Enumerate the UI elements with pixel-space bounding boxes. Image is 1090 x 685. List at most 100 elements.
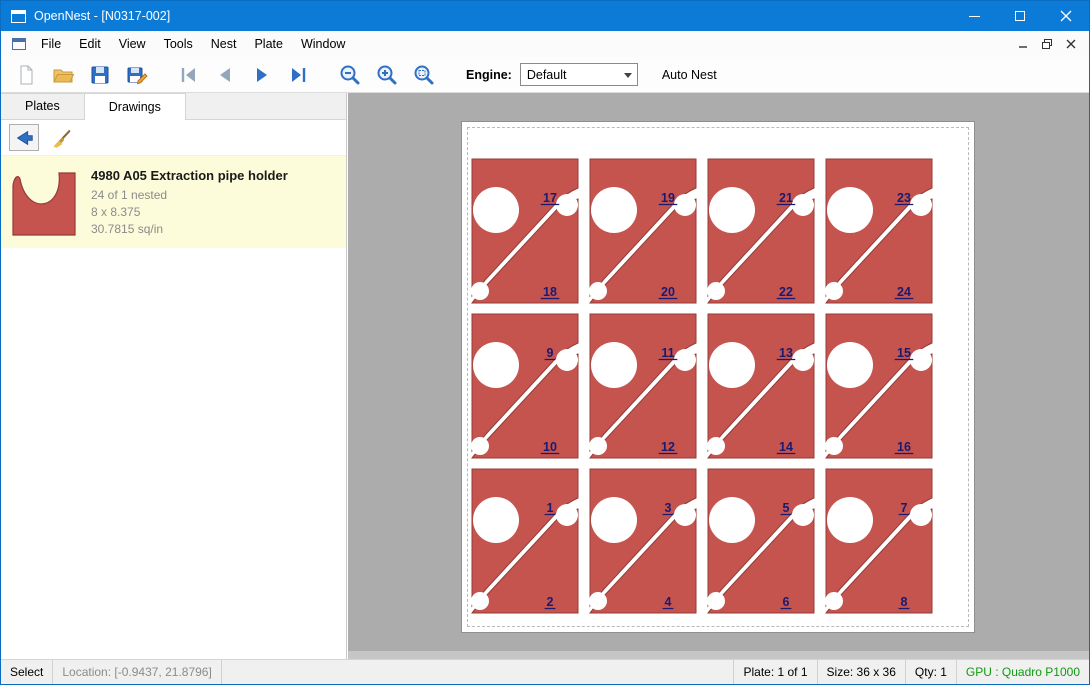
tab-plates[interactable]: Plates — [1, 93, 85, 119]
previous-plate-button[interactable] — [206, 60, 243, 90]
nested-part-pair[interactable]: 5 6 — [702, 465, 820, 617]
qty-status: Qty: 1 — [905, 660, 956, 684]
svg-text:12: 12 — [661, 440, 675, 454]
svg-text:19: 19 — [661, 191, 675, 205]
sidebar: Plates Drawings — [1, 93, 347, 659]
nested-part-pair[interactable]: 13 14 — [702, 310, 820, 462]
svg-text:14: 14 — [779, 440, 793, 454]
statusbar-spacer — [222, 660, 734, 684]
minimize-button[interactable] — [951, 1, 997, 31]
mdi-restore-button[interactable] — [1035, 34, 1059, 54]
window-title: OpenNest - [N0317-002] — [34, 9, 170, 23]
gpu-status: GPU : Quadro P1000 — [956, 660, 1089, 684]
drawing-area: 30.7815 sq/in — [91, 221, 288, 238]
menu-plate[interactable]: Plate — [245, 32, 292, 56]
svg-text:22: 22 — [779, 285, 793, 299]
svg-text:2: 2 — [547, 595, 554, 609]
zoom-in-button[interactable] — [368, 60, 405, 90]
list-item-drawing[interactable]: 4980 A05 Extraction pipe holder 24 of 1 … — [1, 156, 346, 248]
drawing-nested-count: 24 of 1 nested — [91, 187, 288, 204]
nested-part-pair[interactable]: 3 4 — [584, 465, 702, 617]
open-folder-icon — [51, 63, 75, 87]
menu-file[interactable]: File — [32, 32, 70, 56]
svg-text:10: 10 — [543, 440, 557, 454]
save-button[interactable] — [81, 60, 118, 90]
svg-text:4: 4 — [665, 595, 672, 609]
drawing-title: 4980 A05 Extraction pipe holder — [91, 168, 288, 183]
svg-text:3: 3 — [665, 501, 672, 515]
nested-part-pair[interactable]: 9 10 — [466, 310, 584, 462]
send-to-nest-button[interactable] — [9, 124, 39, 151]
part-thumbnail — [9, 166, 79, 238]
maximize-icon — [1015, 11, 1025, 21]
previous-plate-icon — [213, 63, 237, 87]
zoom-in-icon — [375, 63, 399, 87]
title-bar: OpenNest - [N0317-002] — [1, 1, 1089, 31]
sidebar-toolbar — [1, 120, 346, 156]
svg-text:8: 8 — [901, 595, 908, 609]
broom-icon — [51, 127, 73, 149]
mdi-close-button[interactable] — [1059, 34, 1083, 54]
drawing-size: 8 x 8.375 — [91, 204, 288, 221]
next-plate-button[interactable] — [243, 60, 280, 90]
minimize-icon — [969, 16, 980, 17]
svg-text:7: 7 — [901, 501, 908, 515]
svg-text:20: 20 — [661, 285, 675, 299]
svg-text:24: 24 — [897, 285, 911, 299]
tab-drawings[interactable]: Drawings — [84, 93, 186, 120]
maximize-button[interactable] — [997, 1, 1043, 31]
last-plate-button[interactable] — [280, 60, 317, 90]
nest-canvas[interactable]: 17 18 19 20 21 22 — [348, 93, 1089, 659]
clear-button[interactable] — [47, 124, 77, 151]
nested-part-pair[interactable]: 19 20 — [584, 155, 702, 307]
nested-part-pair[interactable]: 23 24 — [820, 155, 938, 307]
svg-text:17: 17 — [543, 191, 557, 205]
menu-bar: File Edit View Tools Nest Plate Window — [1, 31, 1089, 57]
close-button[interactable] — [1043, 1, 1089, 31]
open-button[interactable] — [44, 60, 81, 90]
zoom-extents-button[interactable] — [405, 60, 442, 90]
zoom-extents-icon — [412, 63, 436, 87]
save-edit-icon — [125, 63, 149, 87]
menu-tools[interactable]: Tools — [155, 32, 202, 56]
svg-text:13: 13 — [779, 346, 793, 360]
nested-part-pair[interactable]: 15 16 — [820, 310, 938, 462]
chevron-down-icon — [624, 73, 632, 78]
svg-text:1: 1 — [547, 501, 554, 515]
document-icon — [12, 38, 26, 50]
mdi-minimize-icon — [1017, 38, 1029, 50]
mdi-close-icon — [1065, 38, 1077, 50]
engine-select[interactable]: Default — [520, 63, 638, 86]
app-icon — [11, 10, 26, 23]
last-plate-icon — [287, 63, 311, 87]
svg-text:6: 6 — [783, 595, 790, 609]
first-plate-icon — [176, 63, 200, 87]
svg-text:9: 9 — [547, 346, 554, 360]
first-plate-button[interactable] — [169, 60, 206, 90]
sidebar-tabstrip: Plates Drawings — [1, 93, 346, 120]
save-as-button[interactable] — [118, 60, 155, 90]
nested-part-pair[interactable]: 7 8 — [820, 465, 938, 617]
mode-status: Select — [1, 660, 53, 684]
nested-part-pair[interactable]: 21 22 — [702, 155, 820, 307]
auto-nest-button[interactable]: Auto Nest — [654, 63, 725, 87]
svg-text:21: 21 — [779, 191, 793, 205]
engine-value: Default — [527, 68, 567, 82]
location-status: Location: [-0.9437, 21.8796] — [53, 660, 221, 684]
nested-part-pair[interactable]: 11 12 — [584, 310, 702, 462]
nested-part-pair[interactable]: 17 18 — [466, 155, 584, 307]
menu-view[interactable]: View — [110, 32, 155, 56]
status-bar: Select Location: [-0.9437, 21.8796] Plat… — [1, 659, 1089, 684]
plate-size-status: Size: 36 x 36 — [817, 660, 905, 684]
nested-part-pair[interactable]: 1 2 — [466, 465, 584, 617]
plate-count-status: Plate: 1 of 1 — [733, 660, 816, 684]
menu-edit[interactable]: Edit — [70, 32, 110, 56]
mdi-minimize-button[interactable] — [1011, 34, 1035, 54]
plate: 17 18 19 20 21 22 — [461, 121, 975, 633]
engine-label: Engine: — [466, 68, 512, 82]
menu-nest[interactable]: Nest — [202, 32, 246, 56]
svg-text:15: 15 — [897, 346, 911, 360]
menu-window[interactable]: Window — [292, 32, 354, 56]
new-button[interactable] — [7, 60, 44, 90]
zoom-out-button[interactable] — [331, 60, 368, 90]
